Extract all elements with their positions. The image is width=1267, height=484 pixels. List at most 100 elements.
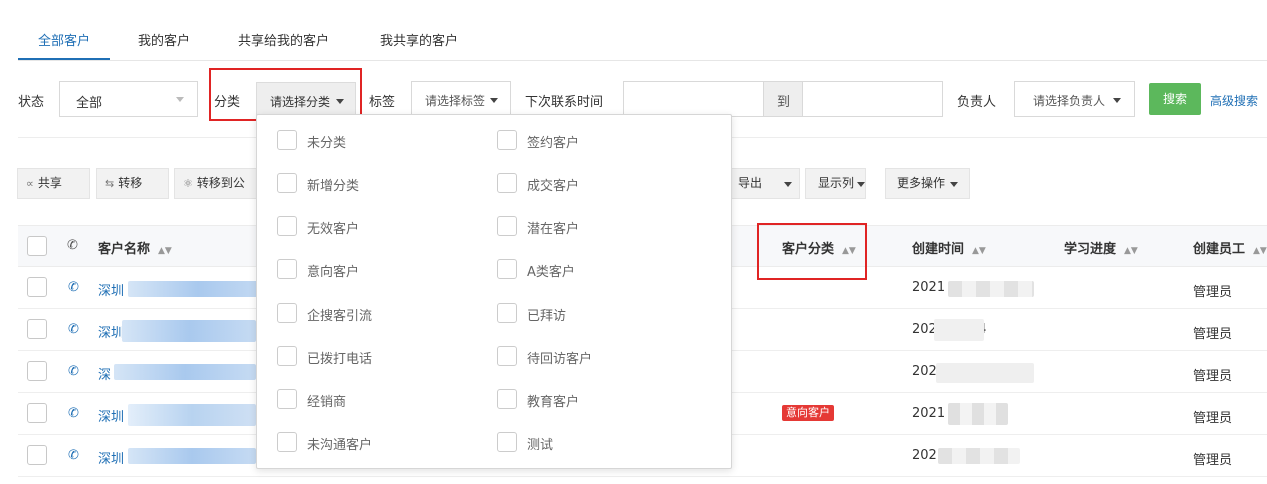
column-header-created-time[interactable]: 创建时间 ▲▼ xyxy=(912,238,986,257)
option-label: 经销商 xyxy=(307,395,347,410)
option-checkbox[interactable] xyxy=(277,216,297,236)
option-label: 已拨打电话 xyxy=(307,352,373,367)
chevron-down-icon xyxy=(176,97,184,102)
tag-select-placeholder: 请选择标签 xyxy=(425,94,486,108)
chevron-down-icon xyxy=(1113,98,1121,103)
tab-all-customers[interactable]: 全部客户 xyxy=(38,30,90,49)
status-select-value: 全部 xyxy=(76,96,103,111)
phone-icon[interactable]: ✆ xyxy=(68,448,79,463)
next-contact-end-input[interactable] xyxy=(802,81,943,117)
option-label: 教育客户 xyxy=(527,395,580,410)
advanced-search-link[interactable]: 高级搜索 xyxy=(1210,92,1258,109)
option-checkbox[interactable] xyxy=(497,259,517,279)
option-checkbox[interactable] xyxy=(497,346,517,366)
next-contact-start-input[interactable] xyxy=(623,81,764,117)
blurred-name xyxy=(128,404,256,426)
option-label: 企搜客引流 xyxy=(307,309,373,324)
sort-icon[interactable]: ▲▼ xyxy=(1124,246,1138,256)
row-checkbox[interactable] xyxy=(27,403,47,423)
tab-my-customers[interactable]: 我的客户 xyxy=(138,30,190,49)
option-label: 已拜访 xyxy=(527,309,567,324)
option-checkbox[interactable] xyxy=(277,389,297,409)
chevron-down-icon xyxy=(784,182,792,187)
transfer-public-icon: ⚛ xyxy=(183,177,193,190)
blurred-time xyxy=(938,448,1020,464)
option-label: 意向客户 xyxy=(307,265,360,280)
option-checkbox[interactable] xyxy=(277,173,297,193)
tag-label: 标签 xyxy=(369,95,396,110)
blurred-time xyxy=(948,403,1008,425)
customer-name-link[interactable]: 深圳 xyxy=(98,448,124,467)
created-time: 202 xyxy=(912,364,937,379)
blurred-time xyxy=(934,319,984,341)
blurred-name xyxy=(122,320,256,342)
option-label: 潜在客户 xyxy=(527,222,580,237)
tab-my-shared[interactable]: 我共享的客户 xyxy=(380,30,458,49)
transfer-public-button-label: 转移到公 xyxy=(196,176,245,190)
show-columns-label: 显示列 xyxy=(818,176,855,190)
creator-name: 管理员 xyxy=(1193,327,1233,342)
more-actions-button[interactable]: 更多操作 xyxy=(885,168,970,199)
creator-name: 管理员 xyxy=(1193,369,1233,384)
export-button-label: 导出 xyxy=(738,176,763,190)
customer-name-link[interactable]: 深圳 xyxy=(98,280,124,299)
column-header-progress[interactable]: 学习进度 ▲▼ xyxy=(1064,238,1138,257)
blurred-name xyxy=(128,281,268,297)
sort-icon[interactable]: ▲▼ xyxy=(158,246,172,256)
transfer-button-label: 转移 xyxy=(118,176,143,190)
transfer-icon: ⇆ xyxy=(105,177,115,190)
transfer-to-public-button[interactable]: ⚛ 转移到公 xyxy=(174,168,264,199)
select-all-checkbox[interactable] xyxy=(27,236,47,256)
option-checkbox[interactable] xyxy=(497,216,517,236)
share-icon: ∝ xyxy=(26,177,34,190)
tag-select[interactable]: 请选择标签 xyxy=(411,81,511,117)
option-checkbox[interactable] xyxy=(497,389,517,409)
customer-name-link[interactable]: 深圳 xyxy=(98,406,124,425)
option-label: 签约客户 xyxy=(527,136,580,151)
share-button[interactable]: ∝ 共享 xyxy=(17,168,90,199)
option-checkbox[interactable] xyxy=(277,303,297,323)
tab-shared-with-me[interactable]: 共享给我的客户 xyxy=(238,30,329,49)
row-checkbox[interactable] xyxy=(27,277,47,297)
column-header-created-time-label: 创建时间 xyxy=(912,242,965,257)
option-label: 新增分类 xyxy=(307,179,360,194)
option-checkbox[interactable] xyxy=(277,130,297,150)
status-select[interactable]: 全部 xyxy=(59,81,198,117)
phone-icon[interactable]: ✆ xyxy=(68,406,79,421)
customer-name-link[interactable]: 深 xyxy=(98,364,111,383)
row-checkbox[interactable] xyxy=(27,361,47,381)
phone-icon[interactable]: ✆ xyxy=(68,280,79,295)
export-button[interactable]: 导出 xyxy=(729,168,800,199)
date-range-separator: 到 xyxy=(763,81,803,117)
owner-select[interactable]: 请选择负责人 xyxy=(1014,81,1135,117)
next-contact-label: 下次联系时间 xyxy=(525,95,604,110)
option-checkbox[interactable] xyxy=(497,303,517,323)
transfer-button[interactable]: ⇆ 转移 xyxy=(96,168,169,199)
row-checkbox[interactable] xyxy=(27,319,47,339)
blurred-time xyxy=(936,363,1034,383)
search-button[interactable]: 搜索 xyxy=(1149,83,1201,115)
option-checkbox[interactable] xyxy=(497,432,517,452)
show-columns-button[interactable]: 显示列 xyxy=(805,168,866,199)
column-header-creator[interactable]: 创建员工 ▲▼ xyxy=(1193,238,1267,257)
active-tab-indicator xyxy=(18,58,110,60)
sort-icon[interactable]: ▲▼ xyxy=(972,246,986,256)
phone-icon[interactable]: ✆ xyxy=(68,364,79,379)
blurred-name xyxy=(128,448,256,464)
column-header-name[interactable]: 客户名称 ▲▼ xyxy=(98,238,172,257)
chevron-down-icon xyxy=(950,182,958,187)
customer-name-link[interactable]: 深圳 xyxy=(98,322,124,341)
option-checkbox[interactable] xyxy=(277,432,297,452)
more-actions-label: 更多操作 xyxy=(897,176,946,190)
phone-icon[interactable]: ✆ xyxy=(68,322,79,337)
to-label: 到 xyxy=(777,95,791,110)
sort-icon[interactable]: ▲▼ xyxy=(1253,246,1267,256)
owner-label: 负责人 xyxy=(957,95,997,110)
option-checkbox[interactable] xyxy=(277,346,297,366)
option-checkbox[interactable] xyxy=(497,130,517,150)
row-checkbox[interactable] xyxy=(27,445,47,465)
option-label: A类客户 xyxy=(527,265,575,280)
option-checkbox[interactable] xyxy=(497,173,517,193)
option-checkbox[interactable] xyxy=(277,259,297,279)
creator-name: 管理员 xyxy=(1193,411,1233,426)
